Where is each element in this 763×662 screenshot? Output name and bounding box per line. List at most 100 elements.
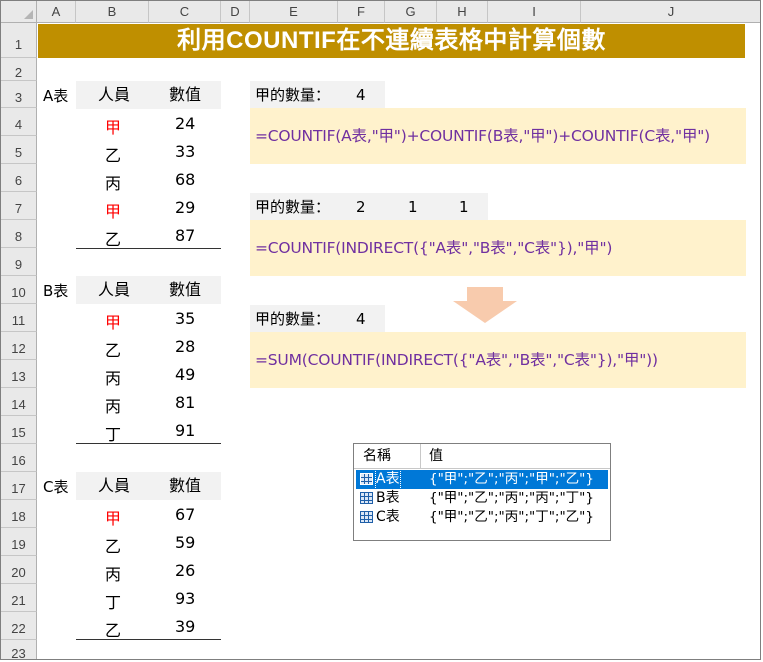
row-header-12[interactable]: 12 [1,332,37,360]
table-header-row: 人員 數值 [76,472,221,500]
table-label: A表 [43,87,69,105]
table-cell-value[interactable]: 91 [175,421,195,440]
row-header-15[interactable]: 15 [1,416,37,444]
range-value: {"甲";"乙";"丙";"甲";"乙"} [429,471,594,487]
row-header-17[interactable]: 17 [1,472,37,500]
table-cell-person[interactable]: 丙 [105,561,121,585]
formula-box-2[interactable]: =COUNTIF(INDIRECT({"A表","B表","C表"}),"甲") [250,220,746,276]
result-value: 2 [356,198,366,216]
row-header-5[interactable]: 5 [1,136,37,164]
name-manager-item[interactable]: A表 {"甲";"乙";"丙";"甲";"乙"} [356,469,608,490]
table-cell-value[interactable]: 26 [175,561,195,580]
table-cell-value[interactable]: 68 [175,170,195,189]
row-header-21[interactable]: 21 [1,584,37,612]
formula-box-3[interactable]: =SUM(COUNTIF(INDIRECT({"A表","B表","C表"}),… [250,332,746,388]
table-cell-value[interactable]: 39 [175,617,195,636]
table-cell-person[interactable]: 乙 [105,337,121,361]
table-cell-person[interactable]: 丁 [105,589,121,613]
name-manager-item[interactable]: B表 {"甲";"乙";"丙";"丙";"丁"} [356,489,608,508]
column-header-b[interactable]: B [76,1,149,23]
row-header-22[interactable]: 22 [1,612,37,640]
down-arrow-icon [453,287,517,323]
row-header-20[interactable]: 20 [1,556,37,584]
row-header-9[interactable]: 9 [1,248,37,276]
sheet-title[interactable]: 利用COUNTIF在不連續表格中計算個數 [38,24,745,58]
column-header-g[interactable]: G [385,1,437,23]
named-range-icon [360,511,373,523]
column-header-d[interactable]: D [221,1,250,23]
result-value: 4 [356,86,366,104]
name-manager-item[interactable]: C表 {"甲";"乙";"丙";"丁";"乙"} [356,508,608,527]
table-cell-person[interactable]: 甲 [105,114,121,138]
row-header-16[interactable]: 16 [1,444,37,472]
table-bottom-border [76,639,221,640]
table-cell-person[interactable]: 乙 [105,617,121,641]
column-header-value: 數值 [169,280,202,299]
column-header-name[interactable]: 名稱 [363,444,391,468]
table-cell-person[interactable]: 丙 [105,365,121,389]
table-cell-person[interactable]: 甲 [105,198,121,222]
result-row-1[interactable]: 甲的數量： 4 [250,81,385,109]
row-header-23[interactable]: 23 [1,640,37,659]
row-header-10[interactable]: 10 [1,276,37,304]
formula-text: =SUM(COUNTIF(INDIRECT({"A表","B表","C表"}),… [255,351,658,369]
row-header-1[interactable]: 1 [1,23,37,58]
table-cell-value[interactable]: 28 [175,337,195,356]
result-label: 甲的數量： [255,198,331,216]
column-header-c[interactable]: C [149,1,221,23]
column-header-value: 數值 [169,85,202,104]
table-cell-person[interactable]: 丙 [105,393,121,417]
row-header-2[interactable]: 2 [1,58,37,81]
column-header-a[interactable]: A [37,1,76,23]
table-cell-person[interactable]: 乙 [105,142,121,166]
column-header-e[interactable]: E [250,1,338,23]
range-name: A表 [375,469,401,490]
name-manager-list[interactable]: 名稱 值 A表 {"甲";"乙";"丙";"甲";"乙"} B表 {"甲";"乙… [353,443,611,541]
select-all-corner[interactable] [1,1,37,23]
result-row-3[interactable]: 甲的數量： 4 [250,305,385,333]
column-header-value[interactable]: 值 [429,444,443,468]
table-cell-value[interactable]: 67 [175,505,195,524]
table-cell-person[interactable]: 乙 [105,226,121,250]
range-value: {"甲";"乙";"丙";"丁";"乙"} [429,509,594,525]
result-row-2[interactable]: 甲的數量： 2 1 1 [250,193,488,221]
row-header-13[interactable]: 13 [1,360,37,388]
table-cell-person[interactable]: 乙 [105,533,121,557]
row-header-6[interactable]: 6 [1,164,37,192]
named-range-icon [360,473,373,485]
column-header-person: 人員 [98,476,131,495]
row-header-19[interactable]: 19 [1,528,37,556]
column-header-i[interactable]: I [488,1,581,23]
table-cell-person[interactable]: 甲 [105,309,121,333]
table-cell-value[interactable]: 59 [175,533,195,552]
table-cell-value[interactable]: 24 [175,114,195,133]
formula-box-1[interactable]: =COUNTIF(A表,"甲")+COUNTIF(B表,"甲")+COUNTIF… [250,108,746,164]
table-cell-value[interactable]: 81 [175,393,195,412]
range-name: C表 [376,509,400,525]
table-cell-value[interactable]: 49 [175,365,195,384]
table-header-row: 人員 數值 [76,81,221,109]
row-header-14[interactable]: 14 [1,388,37,416]
row-header-4[interactable]: 4 [1,108,37,136]
table-bottom-border [76,248,221,249]
table-cell-value[interactable]: 29 [175,198,195,217]
row-header-7[interactable]: 7 [1,192,37,220]
named-range-icon [360,492,373,504]
column-header-h[interactable]: H [437,1,488,23]
result-value: 1 [408,198,418,216]
table-cell-value[interactable]: 87 [175,226,195,245]
row-header-11[interactable]: 11 [1,304,37,332]
row-header-8[interactable]: 8 [1,220,37,248]
column-header-f[interactable]: F [338,1,385,23]
table-cell-person[interactable]: 丙 [105,170,121,194]
column-header-value: 數值 [169,476,202,495]
range-value: {"甲";"乙";"丙";"丙";"丁"} [429,490,594,506]
row-header-3[interactable]: 3 [1,81,37,108]
table-cell-person[interactable]: 丁 [105,421,121,445]
column-header-j[interactable]: J [581,1,760,23]
table-cell-value[interactable]: 93 [175,589,195,608]
row-header-18[interactable]: 18 [1,500,37,528]
table-cell-value[interactable]: 35 [175,309,195,328]
table-cell-person[interactable]: 甲 [105,505,121,529]
table-cell-value[interactable]: 33 [175,142,195,161]
